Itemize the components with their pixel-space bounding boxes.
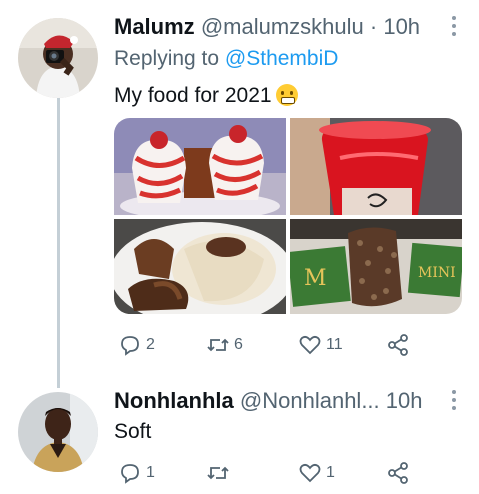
reply-icon: [121, 464, 139, 484]
mention-link[interactable]: @SthembiD: [225, 47, 339, 70]
svg-text:M: M: [304, 266, 327, 291]
replying-to-label: Replying to: [114, 47, 220, 70]
like-count: 1: [326, 464, 335, 481]
tweet-malumz[interactable]: Malumz @malumzskhulu · 10h Replying to @…: [0, 0, 479, 370]
display-name[interactable]: Nonhlanhla: [114, 388, 234, 413]
timestamp[interactable]: 10h: [386, 388, 423, 413]
share-icon: [388, 334, 408, 356]
grimacing-face-icon: [275, 84, 298, 106]
separator-dot: ·: [369, 14, 378, 39]
like-button[interactable]: 1: [298, 460, 335, 486]
reply-icon: [121, 336, 139, 356]
user-handle[interactable]: @malumzskhulu: [201, 14, 364, 39]
share-button[interactable]: [386, 460, 410, 486]
svg-text:MINI: MINI: [418, 265, 456, 281]
dessert-cones-photo[interactable]: [114, 118, 286, 215]
retweet-icon: [207, 466, 229, 480]
magnum-ice-cream-photo[interactable]: M MINI: [290, 219, 462, 314]
reply-count: 1: [146, 464, 155, 481]
retweet-icon: [207, 338, 229, 352]
tweet-nonhlanhla[interactable]: Nonhlanhla @Nonhlanhl... 10h Soft 1 1: [0, 372, 479, 494]
retweet-button[interactable]: 6: [206, 332, 243, 358]
user-handle[interactable]: @Nonhlanhl...: [240, 388, 380, 413]
like-icon: [299, 463, 321, 483]
like-count: 11: [326, 336, 343, 353]
tweet-text-content: My food for 2021: [114, 84, 272, 107]
reply-button[interactable]: 2: [118, 332, 155, 358]
tweet-text: Soft: [114, 420, 151, 444]
avatar-malumz[interactable]: [18, 18, 98, 98]
share-button[interactable]: [386, 332, 410, 358]
more-icon[interactable]: [451, 16, 457, 38]
tweet-header: Nonhlanhla @Nonhlanhl... 10h: [114, 388, 479, 416]
reply-button[interactable]: 1: [118, 460, 155, 486]
tweet-text-content: Soft: [114, 420, 152, 443]
tweet-actions: 1 1: [114, 460, 434, 490]
reply-count: 2: [146, 336, 155, 353]
rice-and-meat-plate-photo[interactable]: [114, 219, 286, 314]
share-icon: [388, 462, 408, 484]
retweet-count: 6: [234, 336, 243, 353]
red-drink-cup-photo[interactable]: [290, 118, 462, 215]
media-grid[interactable]: M MINI: [114, 118, 462, 314]
avatar-nonhlanhla[interactable]: [18, 392, 98, 472]
retweet-button[interactable]: [206, 460, 234, 486]
tweet-text: My food for 2021: [114, 84, 298, 108]
more-icon[interactable]: [451, 390, 457, 412]
display-name[interactable]: Malumz: [114, 14, 195, 39]
replying-to: Replying to @SthembiD: [114, 47, 338, 71]
timestamp[interactable]: 10h: [383, 14, 420, 39]
like-button[interactable]: 11: [298, 332, 343, 358]
like-icon: [299, 335, 321, 355]
tweet-actions: 2 6 11: [114, 332, 434, 362]
tweet-header: Malumz @malumzskhulu · 10h: [114, 14, 479, 42]
